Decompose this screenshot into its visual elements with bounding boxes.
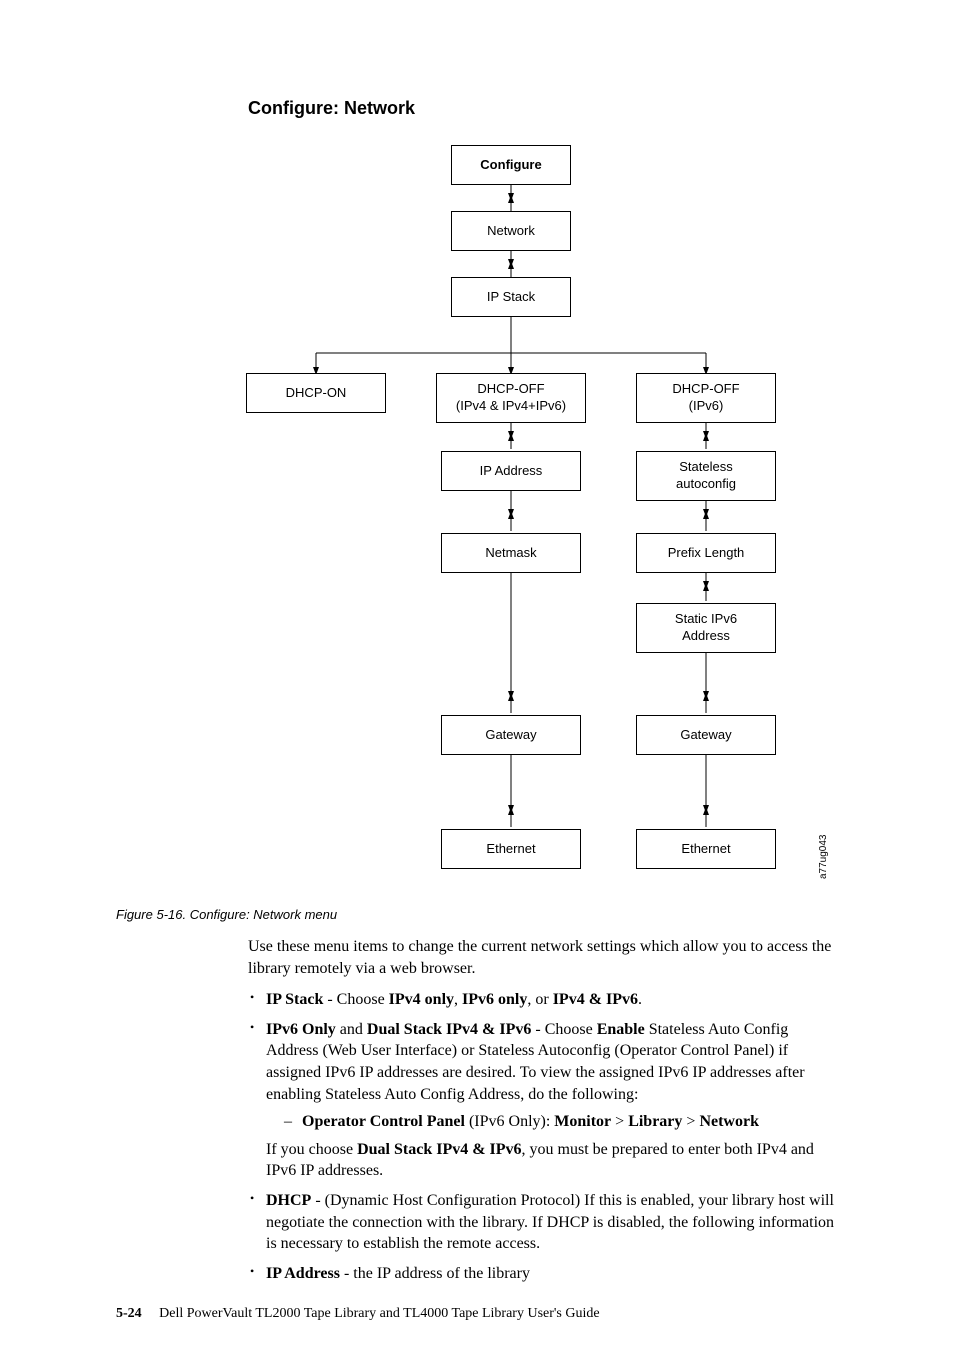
intro-paragraph: Use these menu items to change the curre…	[248, 936, 840, 979]
box-configure: Configure	[451, 145, 571, 185]
box-ip-address: IP Address	[441, 451, 581, 491]
bullet-ipv6-dual: IPv6 Only and Dual Stack IPv4 & IPv6 - C…	[248, 1019, 840, 1182]
box-dhcp-off-ipv4: DHCP-OFF (IPv4 & IPv4+IPv6)	[436, 373, 586, 423]
bullet-dhcp: DHCP - (Dynamic Host Configuration Proto…	[248, 1190, 840, 1255]
diagram-id-label: a77ug043	[818, 835, 829, 880]
bullet-ip-stack: IP Stack - Choose IPv4 only, IPv6 only, …	[248, 989, 840, 1011]
box-dhcp-off-ipv6: DHCP-OFF (IPv6)	[636, 373, 776, 423]
figure-caption: Figure 5-16. Configure: Network menu	[116, 907, 898, 922]
box-network: Network	[451, 211, 571, 251]
box-gateway-right: Gateway	[636, 715, 776, 755]
box-static-ipv6-address: Static IPv6 Address	[636, 603, 776, 653]
footer-doc-title: Dell PowerVault TL2000 Tape Library and …	[159, 1306, 599, 1321]
diagram-connectors	[216, 145, 816, 885]
box-ethernet-right: Ethernet	[636, 829, 776, 869]
section-heading: Configure: Network	[248, 98, 898, 119]
box-dhcp-on: DHCP-ON	[246, 373, 386, 413]
box-stateless-autoconfig: Stateless autoconfig	[636, 451, 776, 501]
box-netmask: Netmask	[441, 533, 581, 573]
body-text: Use these menu items to change the curre…	[248, 936, 840, 1284]
bullet-ip-address: IP Address - the IP address of the libra…	[248, 1263, 840, 1285]
box-ip-stack: IP Stack	[451, 277, 571, 317]
ipv6-post-note: If you choose Dual Stack IPv4 & IPv6, yo…	[266, 1139, 840, 1182]
box-prefix-length: Prefix Length	[636, 533, 776, 573]
label-ip-stack: IP Stack	[266, 991, 323, 1008]
box-ethernet-left: Ethernet	[441, 829, 581, 869]
page-footer: 5-24 Dell PowerVault TL2000 Tape Library…	[56, 1306, 898, 1322]
page-number: 5-24	[116, 1306, 142, 1321]
sub-bullet-ocp: Operator Control Panel (IPv6 Only): Moni…	[284, 1111, 840, 1133]
network-menu-diagram: Configure Network IP Stack DHCP-ON DHCP-…	[216, 145, 816, 885]
box-gateway-left: Gateway	[441, 715, 581, 755]
